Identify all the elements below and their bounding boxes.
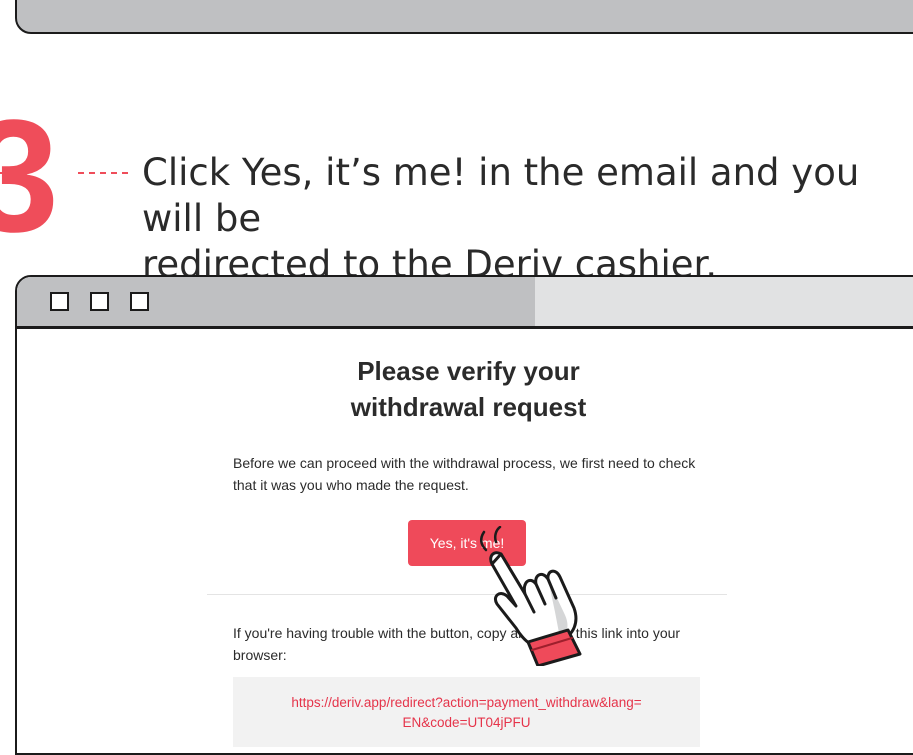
email-title-line-2: withdrawal request: [350, 392, 587, 422]
link-box: https://deriv.app/redirect?action=paymen…: [233, 677, 700, 747]
email-intro-line-1: Before we can proceed with the withdrawa…: [233, 455, 696, 471]
email-title: Please verify your withdrawal request: [17, 353, 913, 425]
email-title-line-1: Please verify your: [357, 356, 580, 386]
step-instruction: Click Yes, it’s me! in the email and you…: [142, 150, 912, 288]
previous-window-frame: [15, 0, 913, 34]
divider: [207, 594, 727, 595]
window-button-icon[interactable]: [130, 292, 149, 311]
address-area: [535, 277, 913, 326]
step-connector-right: [78, 172, 128, 174]
browser-titlebar: [17, 277, 913, 329]
window-button-icon[interactable]: [50, 292, 69, 311]
redirect-link-line-1: https://deriv.app/redirect?action=paymen…: [291, 695, 642, 710]
email-intro-text: Before we can proceed with the withdrawa…: [233, 452, 713, 496]
window-button-icon[interactable]: [90, 292, 109, 311]
redirect-link[interactable]: https://deriv.app/redirect?action=paymen…: [233, 693, 700, 733]
step-instruction-line-1: Click Yes, it’s me! in the email and you…: [142, 151, 860, 240]
redirect-link-line-2: EN&code=UT04jPFU: [402, 715, 531, 730]
hand-pointer-icon: [480, 526, 582, 666]
browser-window: Please verify your withdrawal request Be…: [15, 275, 913, 755]
email-intro-line-2: that it was you who made the request.: [233, 477, 469, 493]
step-number: 3: [0, 86, 59, 265]
